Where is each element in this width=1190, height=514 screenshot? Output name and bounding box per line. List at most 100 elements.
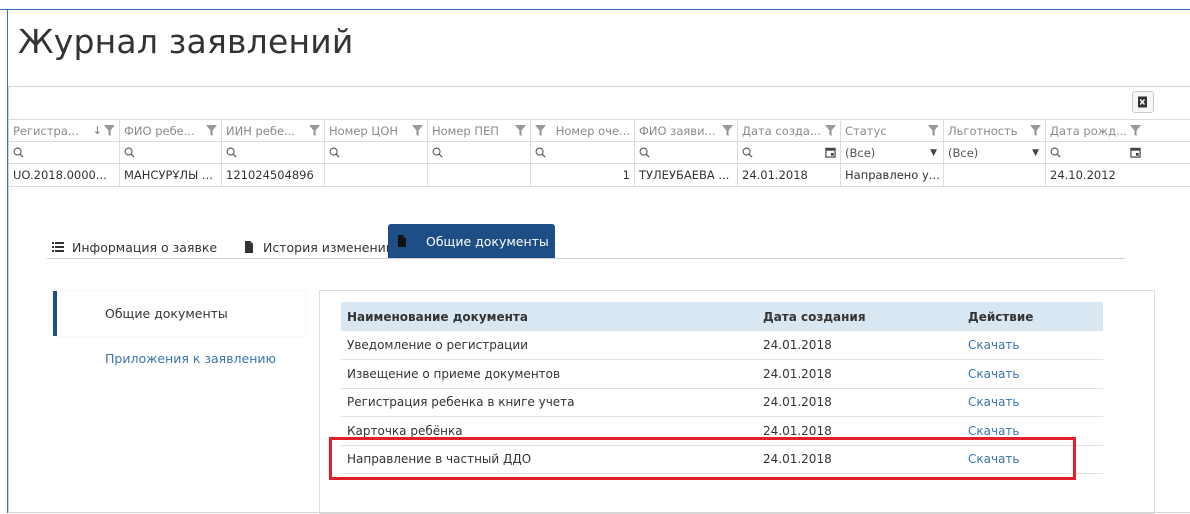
page-title: Журнал заявлений	[18, 22, 354, 61]
col-header-con-number[interactable]: Номер ЦОН	[325, 120, 428, 141]
sidebar-item-attachments[interactable]: Приложения к заявлению	[53, 336, 305, 381]
filter-child-name[interactable]	[120, 142, 222, 163]
grid-filter-row: (Все) ▼ (Все) ▼	[9, 142, 1190, 164]
grid-header-row: Регистра... ↓ ФИО ребе... ИИН ребе... Но…	[9, 120, 1190, 142]
filter-benefit-select[interactable]: (Все) ▼	[944, 142, 1046, 163]
col-header-label: Номер оче...	[555, 123, 630, 138]
filter-icon[interactable]	[722, 125, 733, 136]
cell-child-name: МАНСУРҰЛЫ ...	[120, 164, 222, 186]
filter-benefit-value: (Все)	[948, 145, 979, 160]
documents-header-row: Наименование документа Дата создания Дей…	[341, 302, 1103, 331]
excel-export-icon	[1138, 96, 1147, 108]
sort-down-icon[interactable]: ↓	[93, 124, 102, 137]
col-header-action: Действие	[962, 302, 1103, 331]
filter-icon[interactable]	[825, 125, 836, 136]
cell-birth-date: 24.10.2012	[1050, 168, 1116, 182]
col-header-label: ФИО заяви...	[639, 123, 716, 138]
cell-queue-number: 1	[531, 164, 635, 186]
col-header-status[interactable]: Статус	[841, 120, 944, 141]
table-row: Извещение о приеме документов 24.01.2018…	[341, 359, 1103, 389]
filter-icon[interactable]	[206, 125, 217, 136]
tab-change-history[interactable]: История изменений	[243, 235, 394, 259]
document-name: Регистрация ребенка в книге учета	[341, 388, 757, 417]
filter-registration[interactable]	[9, 142, 120, 163]
search-icon	[13, 147, 24, 158]
filter-icon[interactable]	[928, 125, 939, 136]
filter-icon[interactable]	[412, 125, 423, 136]
col-header-queue-number[interactable]: Номер оче...	[531, 120, 635, 141]
filter-status-select[interactable]: (Все) ▼	[841, 142, 944, 163]
search-icon	[226, 147, 237, 158]
table-row: Карточка ребёнка 24.01.2018 Скачать	[341, 416, 1103, 446]
filter-applicant-name[interactable]	[635, 142, 738, 163]
col-header-child-iin[interactable]: ИИН ребе...	[222, 120, 325, 141]
cell-con-number	[325, 164, 428, 186]
download-link[interactable]: Скачать	[962, 388, 1103, 417]
filter-con-number[interactable]	[325, 142, 428, 163]
filter-queue-number[interactable]	[531, 142, 635, 163]
search-icon	[639, 147, 650, 158]
col-header-label: Статус	[845, 123, 887, 138]
document-date: 24.01.2018	[757, 359, 962, 389]
download-link[interactable]: Скачать	[962, 359, 1103, 389]
filter-icon[interactable]	[104, 125, 115, 136]
tab-label: История изменений	[263, 239, 394, 255]
detail-tabs: Информация о заявке История изменений Об…	[47, 224, 1125, 259]
filter-icon[interactable]	[1030, 125, 1041, 136]
document-icon	[245, 241, 253, 253]
download-link[interactable]: Скачать	[962, 331, 1103, 360]
col-header-label: ФИО ребе...	[124, 123, 195, 138]
filter-pep-number[interactable]	[428, 142, 531, 163]
filter-created-date[interactable]	[738, 142, 841, 163]
cell-created-date: 24.01.2018	[738, 164, 841, 186]
table-row: Регистрация ребенка в книге учета 24.01.…	[341, 388, 1103, 417]
table-row[interactable]: UO.2018.0000... МАНСУРҰЛЫ ... 1210245048…	[9, 164, 1190, 187]
row-detail-panel: Информация о заявке История изменений Об…	[9, 211, 1156, 514]
document-name: Направление в частный ДДО	[341, 445, 757, 474]
document-sidebar: Общие документы Приложения к заявлению	[53, 291, 305, 381]
col-header-label: Льготность	[948, 123, 1018, 138]
filter-birth-date[interactable]	[1046, 142, 1145, 163]
col-header-pep-number[interactable]: Номер ПЕП	[428, 120, 531, 141]
search-icon	[124, 147, 135, 158]
cell-child-iin: 121024504896	[222, 164, 325, 186]
calendar-icon[interactable]	[825, 147, 836, 158]
filter-child-iin[interactable]	[222, 142, 325, 163]
filter-icon[interactable]	[535, 125, 546, 136]
col-header-applicant-name[interactable]: ФИО заяви...	[635, 120, 738, 141]
col-header-created-date[interactable]: Дата созда...	[738, 120, 841, 141]
col-header-label: ИИН ребе...	[226, 123, 296, 138]
calendar-icon[interactable]	[1130, 147, 1141, 158]
filter-icon[interactable]	[309, 125, 320, 136]
document-name: Карточка ребёнка	[341, 416, 757, 446]
sidebar-item-common-documents[interactable]: Общие документы	[53, 291, 305, 336]
list-icon	[52, 242, 64, 252]
col-header-benefit[interactable]: Льготность	[944, 120, 1046, 141]
document-date: 24.01.2018	[757, 388, 962, 417]
search-icon	[535, 147, 546, 158]
documents-table: Наименование документа Дата создания Дей…	[341, 302, 1103, 474]
download-link[interactable]: Скачать	[962, 445, 1103, 474]
col-header-child-name[interactable]: ФИО ребе...	[120, 120, 222, 141]
cell-pep-number	[428, 164, 531, 186]
document-date: 24.01.2018	[757, 416, 962, 446]
search-icon	[329, 147, 340, 158]
cell-registration: UO.2018.0000...	[9, 164, 120, 186]
cell-applicant-name: ТУЛЕУБАЕВА ...	[635, 164, 738, 186]
table-row: Уведомление о регистрации 24.01.2018 Ска…	[341, 331, 1103, 360]
chevron-down-icon: ▼	[930, 147, 937, 158]
tab-common-documents[interactable]: Общие документы	[388, 224, 555, 258]
cell-status: Направлено у...	[841, 164, 944, 186]
tab-application-info[interactable]: Информация о заявке	[52, 235, 217, 259]
col-header-label: Регистра...	[13, 123, 79, 138]
col-header-registration[interactable]: Регистра... ↓	[9, 120, 120, 141]
download-link[interactable]: Скачать	[962, 416, 1103, 446]
filter-icon[interactable]	[515, 125, 526, 136]
filter-icon[interactable]	[1130, 125, 1141, 136]
export-button[interactable]	[1132, 91, 1154, 113]
sidebar-item-label: Общие документы	[105, 306, 228, 321]
col-header-birth-date[interactable]: Дата рожд...	[1046, 120, 1145, 141]
grid-toolbar	[9, 87, 1190, 120]
col-header-label: Номер ЦОН	[329, 123, 399, 138]
top-border	[0, 9, 1190, 10]
